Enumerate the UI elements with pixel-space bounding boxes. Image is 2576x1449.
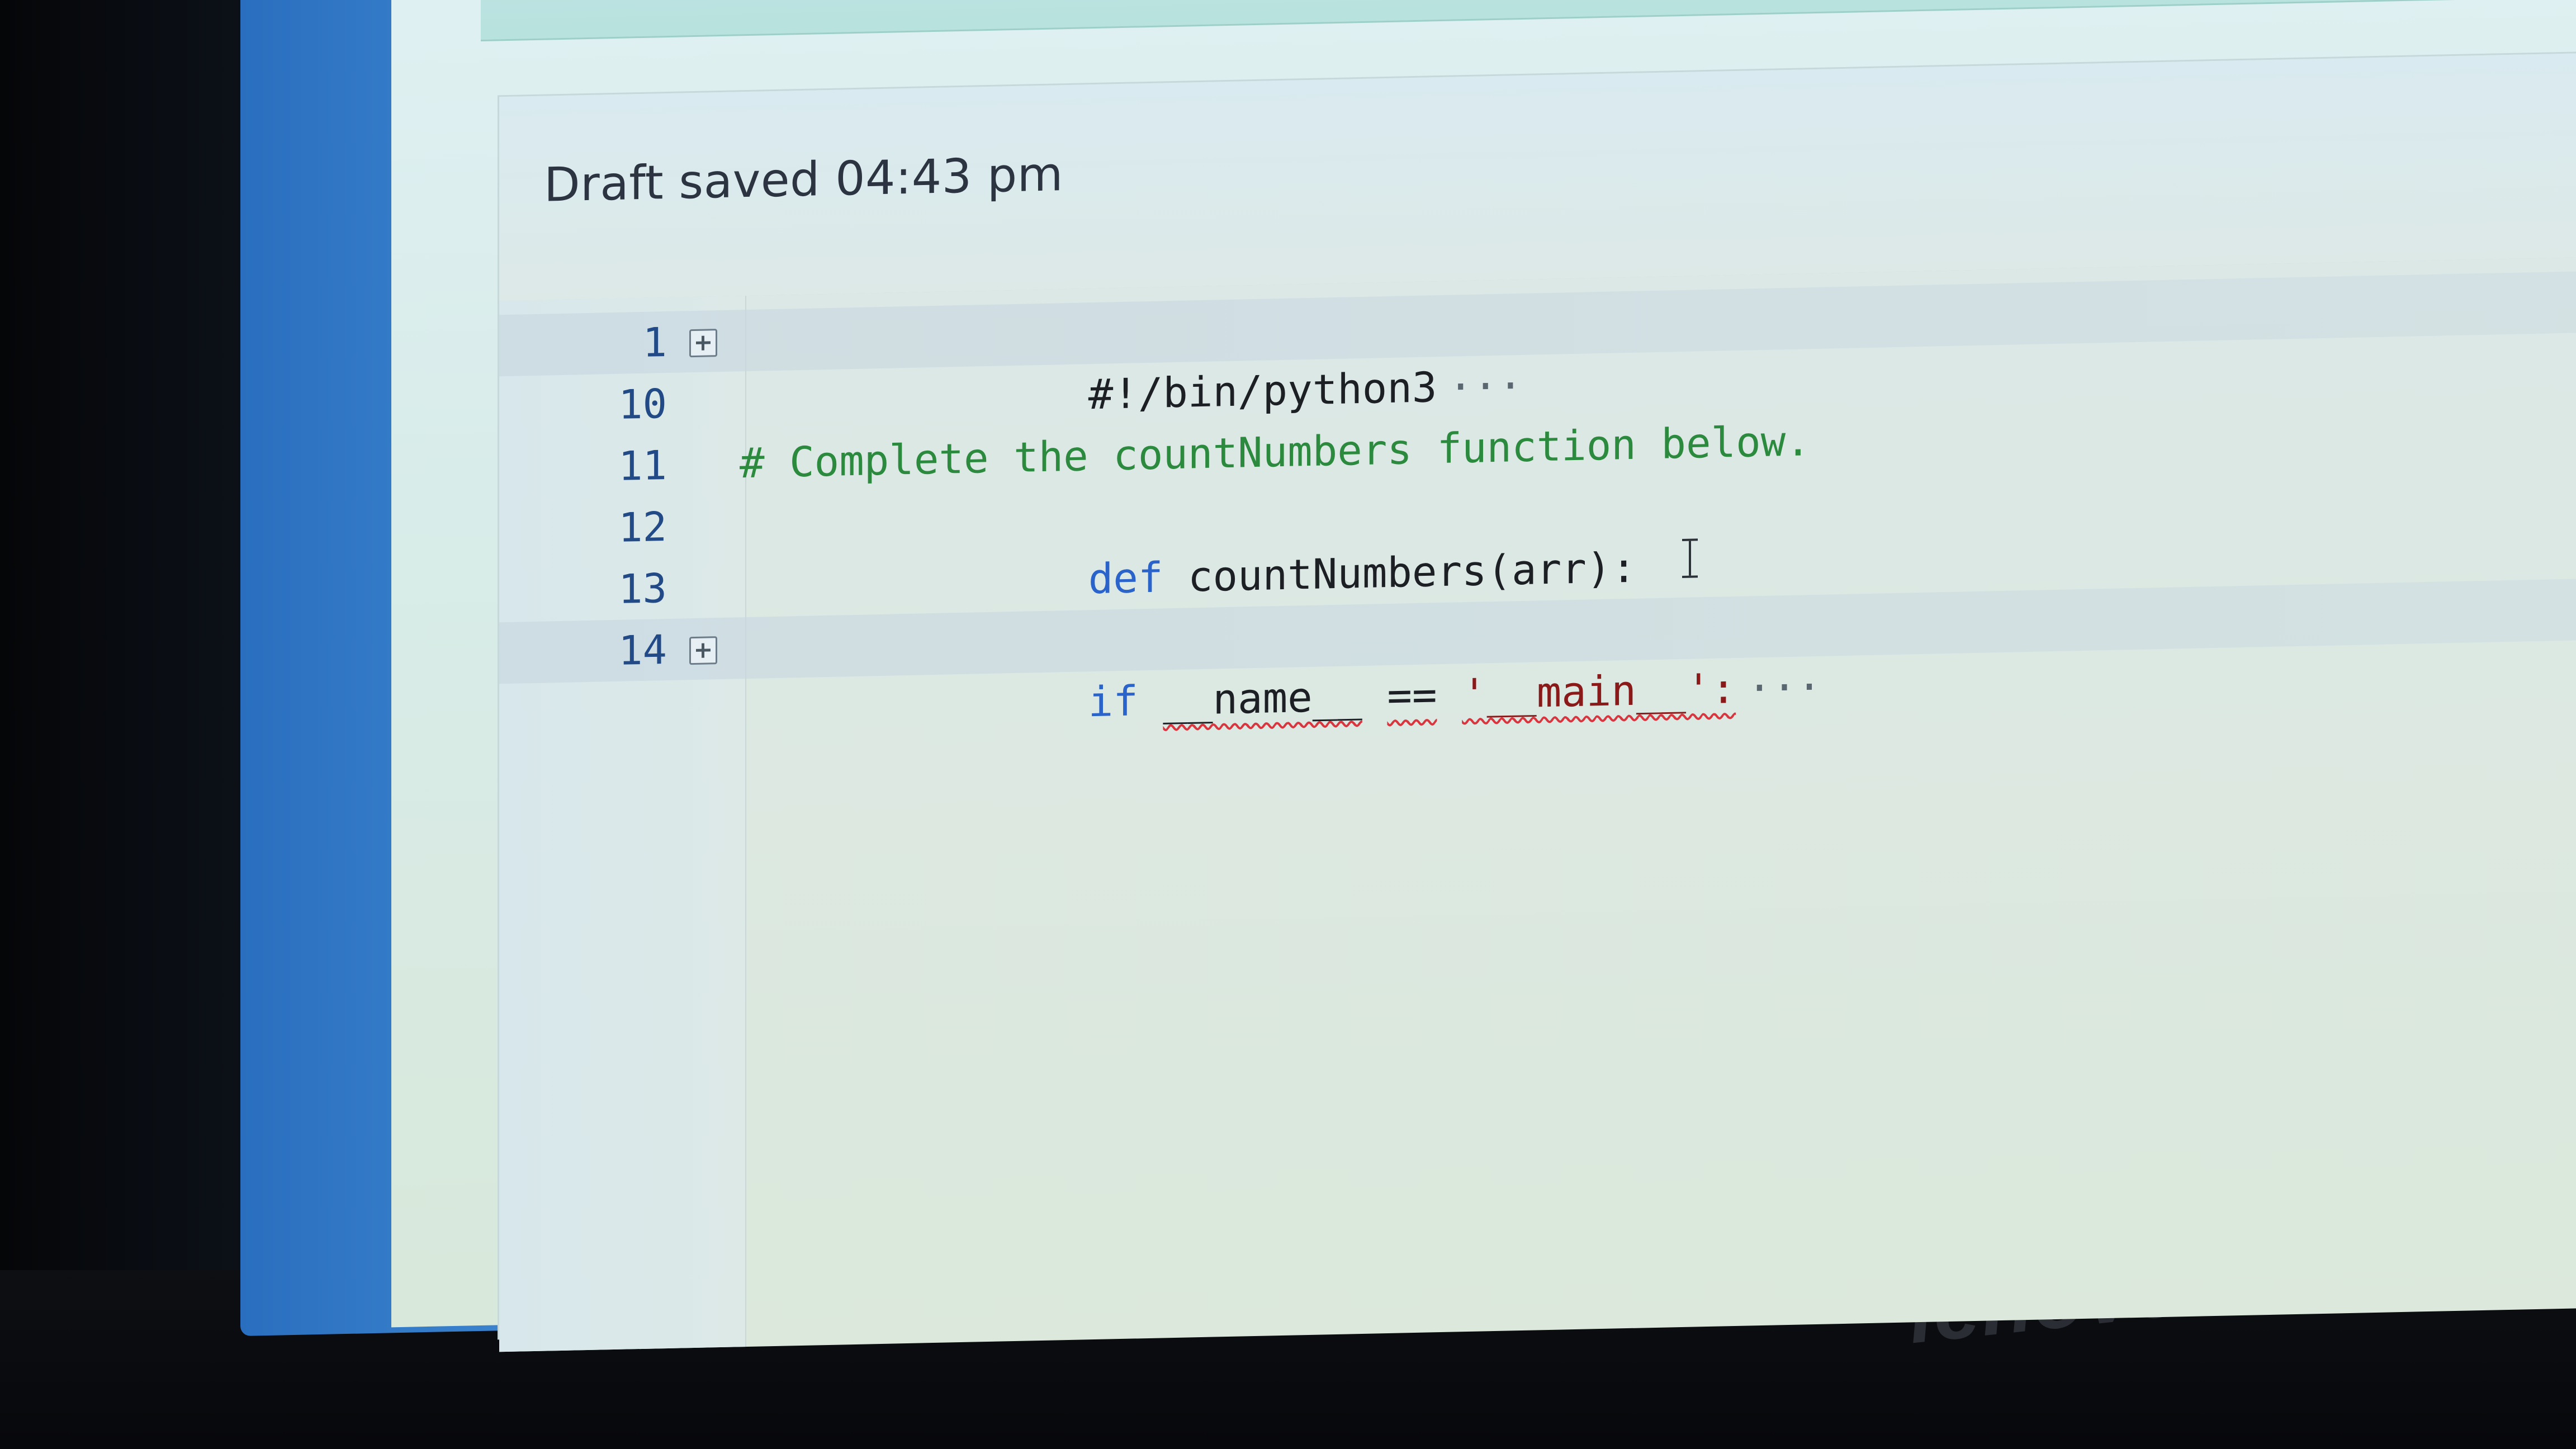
page-content: Draft saved 04:43 pm 1 #!/bin/python3 ··· [391, 0, 2576, 1352]
text-cursor-icon [1679, 538, 1701, 578]
equals-operator: == [1387, 671, 1437, 721]
code-text: if __name__ == '__main__': ··· [740, 595, 1822, 802]
main-string: '__main__': [1462, 664, 1736, 719]
folded-ellipsis[interactable]: ··· [1747, 663, 1822, 713]
dunder-name: __name__ [1163, 672, 1362, 725]
line-number: 14 [618, 626, 667, 674]
expand-plus-icon[interactable] [689, 636, 717, 665]
draft-status-text: Draft saved 04:43 pm [544, 146, 1063, 212]
screen: Draft saved 04:43 pm 1 #!/bin/python3 ··· [240, 0, 2576, 1352]
line-number: 12 [618, 503, 667, 551]
line-number: 13 [618, 565, 667, 613]
line-number: 11 [618, 442, 667, 490]
expand-plus-icon[interactable] [689, 329, 717, 358]
top-banner [481, 0, 2576, 41]
code-editor[interactable]: 1 #!/bin/python3 ··· 10 11 # Complete th… [499, 255, 2576, 1352]
line-number: 10 [618, 380, 667, 428]
code-editor-panel: Draft saved 04:43 pm 1 #!/bin/python3 ··· [498, 49, 2576, 1352]
keyword-if: if [1088, 677, 1138, 727]
line-number: 1 [642, 319, 667, 366]
